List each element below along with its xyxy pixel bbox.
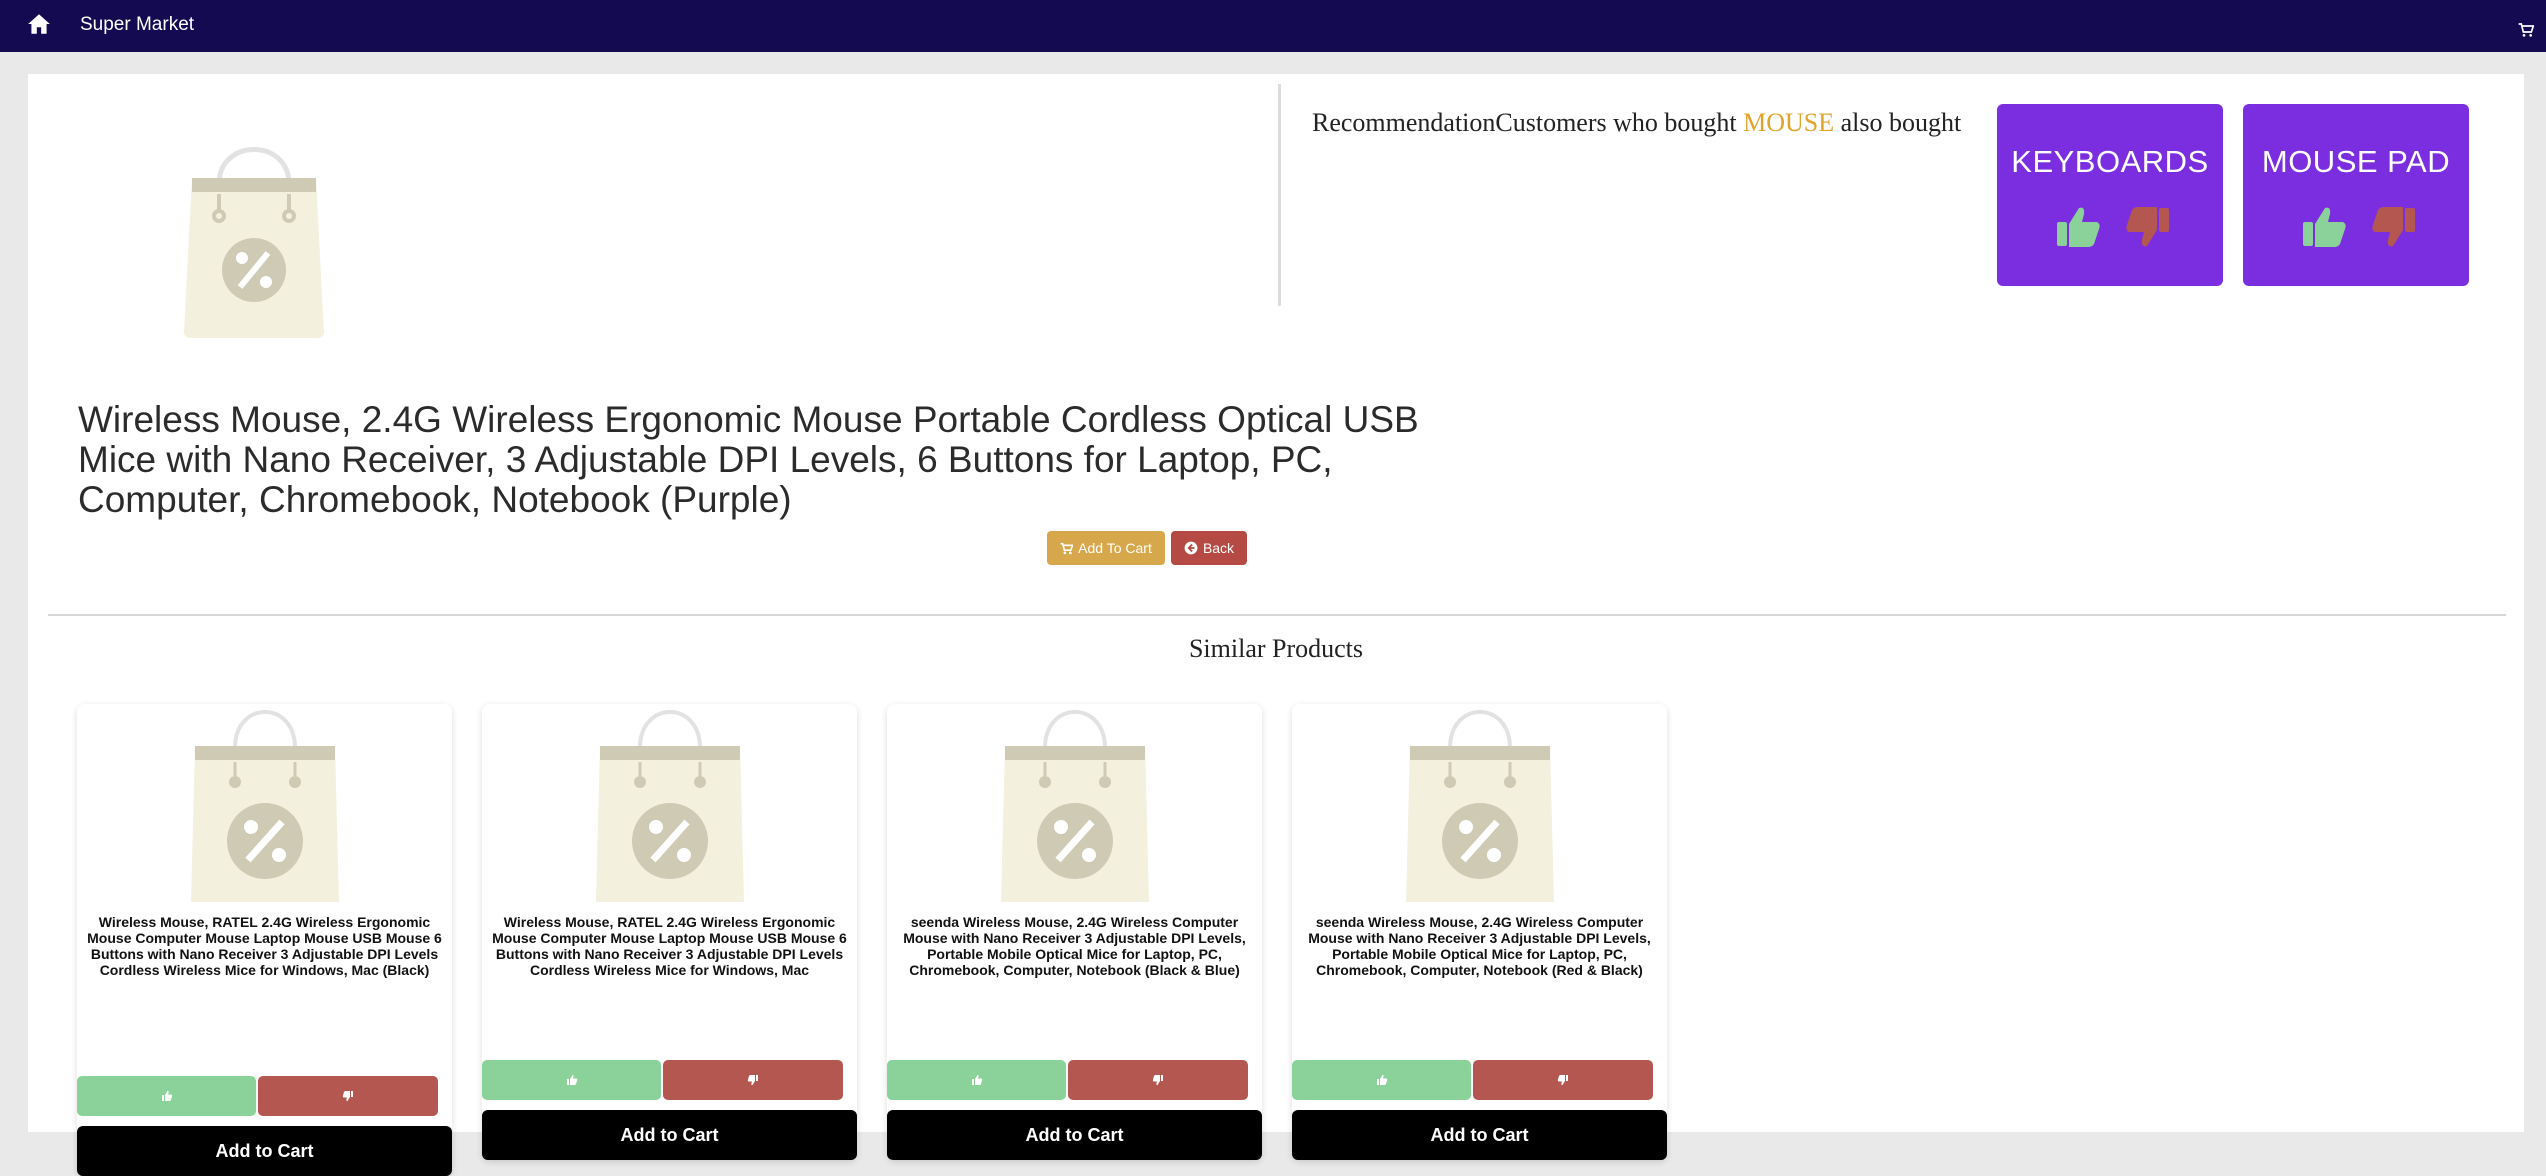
brand-link[interactable]: Super Market <box>80 14 194 36</box>
product-card: Wireless Mouse, RATEL 2.4G Wireless Ergo… <box>482 704 857 1160</box>
add-to-cart-button[interactable]: Add to Cart <box>887 1110 1262 1160</box>
like-button[interactable] <box>77 1076 256 1116</box>
add-to-cart-button[interactable]: Add to Cart <box>482 1110 857 1160</box>
dislike-button[interactable] <box>1473 1060 1653 1100</box>
recommendation-card-label: MOUSE PAD <box>2261 144 2451 179</box>
back-label: Back <box>1202 540 1235 556</box>
shopping-bag-percent-icon <box>1406 710 1554 902</box>
recommendation-card-keyboards[interactable]: KEYBOARDS <box>1997 104 2223 286</box>
product-card: seenda Wireless Mouse, 2.4G Wireless Com… <box>887 704 1262 1160</box>
thumbs-down-icon[interactable] <box>2369 202 2419 252</box>
vertical-divider <box>1278 84 1281 306</box>
back-arrow-icon <box>1184 541 1198 555</box>
recommendation-card-mouse-pad[interactable]: MOUSE PAD <box>2243 104 2469 286</box>
recommendation-text: RecommendationCustomers who bought MOUSE… <box>1312 108 1961 138</box>
dislike-button[interactable] <box>1068 1060 1248 1100</box>
cart-icon <box>1060 542 1074 554</box>
shopping-bag-percent-icon <box>191 710 339 902</box>
like-button[interactable] <box>482 1060 661 1100</box>
thumbs-down-icon[interactable] <box>2123 202 2173 252</box>
thumbs-down-icon <box>342 1091 353 1102</box>
add-to-cart-label: Add To Cart <box>1078 540 1152 556</box>
product-card-title: seenda Wireless Mouse, 2.4G Wireless Com… <box>903 914 1246 978</box>
product-card-title: Wireless Mouse, RATEL 2.4G Wireless Ergo… <box>492 914 847 978</box>
recommendation-card-label: KEYBOARDS <box>2011 144 2209 179</box>
product-title: Wireless Mouse, 2.4G Wireless Ergonomic … <box>78 399 1419 520</box>
dislike-button[interactable] <box>258 1076 438 1116</box>
product-card: seenda Wireless Mouse, 2.4G Wireless Com… <box>1292 704 1667 1160</box>
recommendation-keyword: MOUSE <box>1743 108 1835 137</box>
product-card-title: seenda Wireless Mouse, 2.4G Wireless Com… <box>1308 914 1651 978</box>
product-card: Wireless Mouse, RATEL 2.4G Wireless Ergo… <box>77 704 452 1176</box>
add-to-cart-button[interactable]: Add to Cart <box>1292 1110 1667 1160</box>
shopping-bag-percent-icon <box>1001 710 1149 902</box>
thumbs-up-icon <box>971 1074 982 1085</box>
thumbs-up-icon[interactable] <box>2053 202 2103 252</box>
thumbs-up-icon <box>161 1090 172 1101</box>
shopping-bag-percent-icon <box>184 147 324 338</box>
thumbs-down-icon <box>1557 1075 1568 1086</box>
thumbs-down-icon <box>1152 1075 1163 1086</box>
recommendation-prefix: RecommendationCustomers who bought <box>1312 108 1744 137</box>
thumbs-up-icon <box>1376 1074 1387 1085</box>
recommendation-suffix: also bought <box>1834 108 1962 137</box>
like-button[interactable] <box>887 1060 1066 1100</box>
thumbs-up-icon <box>566 1074 577 1085</box>
product-panel: RecommendationCustomers who bought MOUSE… <box>28 74 2524 1176</box>
product-card-title: Wireless Mouse, RATEL 2.4G Wireless Ergo… <box>87 914 442 978</box>
add-to-cart-button[interactable]: Add to Cart <box>77 1126 452 1176</box>
cart-icon[interactable] <box>2518 22 2534 38</box>
add-to-cart-button[interactable]: Add To Cart <box>1047 531 1165 565</box>
thumbs-up-icon[interactable] <box>2299 202 2349 252</box>
like-button[interactable] <box>1292 1060 1471 1100</box>
back-button[interactable]: Back <box>1171 531 1247 565</box>
dislike-button[interactable] <box>663 1060 843 1100</box>
home-icon[interactable] <box>26 11 52 37</box>
shopping-bag-percent-icon <box>596 710 744 902</box>
similar-products-heading: Similar Products <box>1188 634 1364 663</box>
top-navbar: Super Market <box>0 0 2546 52</box>
section-divider <box>48 614 2506 616</box>
thumbs-down-icon <box>747 1075 758 1086</box>
